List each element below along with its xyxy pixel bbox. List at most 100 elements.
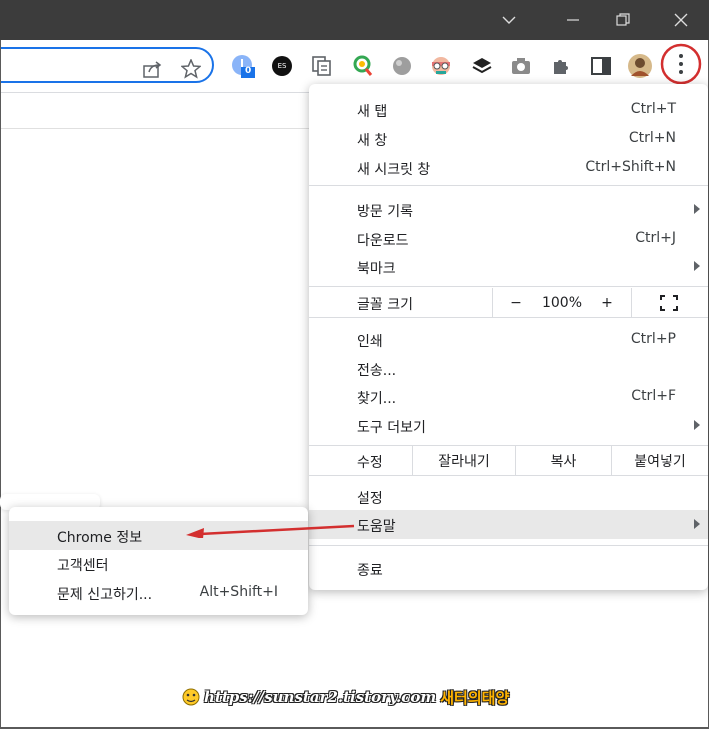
submenu-arrow-icon — [694, 204, 700, 214]
menu-item-label: 새 시크릿 창 — [357, 162, 431, 178]
zoom-out-button[interactable]: − — [502, 288, 530, 317]
menu-item-help[interactable]: 도움말 — [309, 510, 708, 539]
menu-row-edit: 수정 잘라내기 복사 붙여넣기 — [309, 446, 708, 475]
title-bar — [0, 0, 709, 40]
menu-item-label: 종료 — [357, 563, 383, 579]
menu-item-label: 새 창 — [357, 133, 388, 149]
menu-item-shortcut: Ctrl+Shift+N — [585, 159, 676, 175]
close-icon — [674, 13, 688, 27]
menu-item-more-tools[interactable]: 도구 더보기 — [309, 411, 708, 440]
restore-icon — [616, 13, 630, 26]
download-badge-icon — [232, 55, 255, 78]
side-panel-button[interactable] — [589, 54, 613, 78]
menu-item-label: 전송... — [357, 363, 397, 379]
menu-item-bookmarks[interactable]: 북마크 — [309, 252, 708, 281]
color-picker-icon — [353, 55, 373, 76]
menu-divider — [309, 286, 708, 287]
menu-item-shortcut: Ctrl+T — [630, 101, 676, 117]
window-border-left — [0, 40, 1, 729]
menu-item-label: 새 탭 — [357, 104, 388, 120]
star-icon — [181, 59, 201, 79]
tab-search-button[interactable] — [486, 0, 532, 40]
menu-item-shortcut: Ctrl+F — [631, 388, 676, 404]
submenu-arrow-icon — [694, 420, 700, 430]
layers-extension[interactable] — [470, 54, 494, 78]
menu-item-incognito[interactable]: 새 시크릿 창 Ctrl+Shift+N — [309, 153, 708, 182]
menu-item-history[interactable]: 방문 기록 — [309, 195, 708, 224]
watermark-url: https://sunstar2.tistory.com — [204, 688, 437, 706]
es-extension-icon: ES — [272, 56, 292, 76]
menu-item-shortcut: Ctrl+J — [635, 230, 676, 246]
tab-copy-extension[interactable] — [310, 54, 334, 78]
close-button[interactable] — [658, 0, 704, 40]
submenu-item-label: Chrome 정보 — [57, 530, 143, 546]
camera-extension[interactable] — [509, 54, 533, 78]
share-button[interactable] — [142, 58, 164, 80]
submenu-item-label: 고객센터 — [57, 558, 109, 574]
profile-button[interactable] — [628, 54, 652, 78]
menu-item-find[interactable]: 찾기... Ctrl+F — [309, 382, 708, 411]
puzzle-icon — [554, 60, 568, 74]
es-extension[interactable]: ES — [270, 54, 294, 78]
minimize-button[interactable] — [550, 0, 596, 40]
chrome-main-menu: 새 탭 Ctrl+T 새 창 Ctrl+N 새 시크릿 창 Ctrl+Shift… — [309, 84, 708, 590]
edit-label: 수정 — [357, 455, 383, 471]
zoom-divider — [631, 288, 632, 317]
zoom-in-button[interactable]: + — [593, 288, 621, 317]
menu-item-label: 북마크 — [357, 261, 396, 277]
fullscreen-icon — [660, 294, 678, 311]
camera-icon — [512, 58, 530, 74]
watermark: https://sunstar2.tistory.com 새터의태양 — [182, 683, 509, 711]
chevron-down-icon — [502, 16, 516, 24]
menu-divider — [309, 475, 708, 476]
menu-item-label: 찾기... — [357, 391, 397, 407]
menu-row-zoom: 글꼴 크기 − 100% + — [309, 288, 708, 317]
more-menu-icon — [660, 43, 702, 85]
menu-item-label: 다운로드 — [357, 233, 409, 249]
restore-button[interactable] — [600, 0, 646, 40]
menu-item-label: 도움말 — [357, 519, 396, 535]
menu-item-cast[interactable]: 전송... — [309, 354, 708, 383]
menu-divider — [309, 317, 708, 318]
watermark-name: 새터의태양 — [440, 688, 510, 707]
menu-item-shortcut: Ctrl+N — [628, 130, 676, 146]
submenu-item-help-center[interactable]: 고객센터 — [9, 549, 308, 578]
zoom-level: 100% — [541, 294, 583, 311]
submenu-arrow-icon — [694, 519, 700, 529]
globe-extension[interactable] — [390, 54, 414, 78]
annotation-arrow — [186, 524, 355, 538]
cut-button[interactable]: 잘라내기 — [413, 446, 515, 475]
download-extension[interactable]: 0 — [231, 54, 255, 78]
paste-button[interactable]: 붙여넣기 — [612, 446, 708, 475]
submenu-arrow-icon — [694, 261, 700, 271]
menu-item-new-tab[interactable]: 새 탭 Ctrl+T — [309, 95, 708, 124]
menu-item-exit[interactable]: 종료 — [309, 554, 708, 583]
face-extension-icon — [432, 57, 450, 75]
submenu-item-label: 문제 신고하기... — [57, 587, 153, 603]
menu-item-shortcut: Ctrl+P — [630, 331, 676, 347]
submenu-item-report-issue[interactable]: 문제 신고하기... Alt+Shift+I — [9, 578, 308, 607]
address-bar[interactable] — [0, 47, 214, 83]
bookmark-star-button[interactable] — [180, 58, 202, 80]
zoom-label: 글꼴 크기 — [357, 297, 413, 313]
menu-item-downloads[interactable]: 다운로드 Ctrl+J — [309, 224, 708, 253]
menu-item-label: 설정 — [357, 491, 383, 507]
menu-item-new-window[interactable]: 새 창 Ctrl+N — [309, 124, 708, 153]
fullscreen-button[interactable] — [653, 288, 685, 317]
menu-item-print[interactable]: 인쇄 Ctrl+P — [309, 325, 708, 354]
zoom-divider — [492, 288, 493, 317]
profile-avatar — [628, 54, 652, 78]
side-panel-icon — [591, 57, 611, 75]
face-extension[interactable] — [429, 54, 453, 78]
menu-item-settings[interactable]: 설정 — [309, 482, 708, 511]
more-menu-button[interactable] — [659, 42, 703, 86]
submenu-item-shortcut: Alt+Shift+I — [199, 584, 278, 600]
copy-button[interactable]: 복사 — [516, 446, 611, 475]
extensions-button[interactable] — [549, 54, 573, 78]
minimize-icon — [567, 19, 579, 21]
tab-copy-icon — [312, 56, 331, 76]
layers-extension-icon — [472, 58, 492, 74]
globe-extension-icon — [393, 57, 411, 75]
color-picker-extension[interactable] — [350, 54, 374, 78]
share-icon — [143, 61, 162, 78]
